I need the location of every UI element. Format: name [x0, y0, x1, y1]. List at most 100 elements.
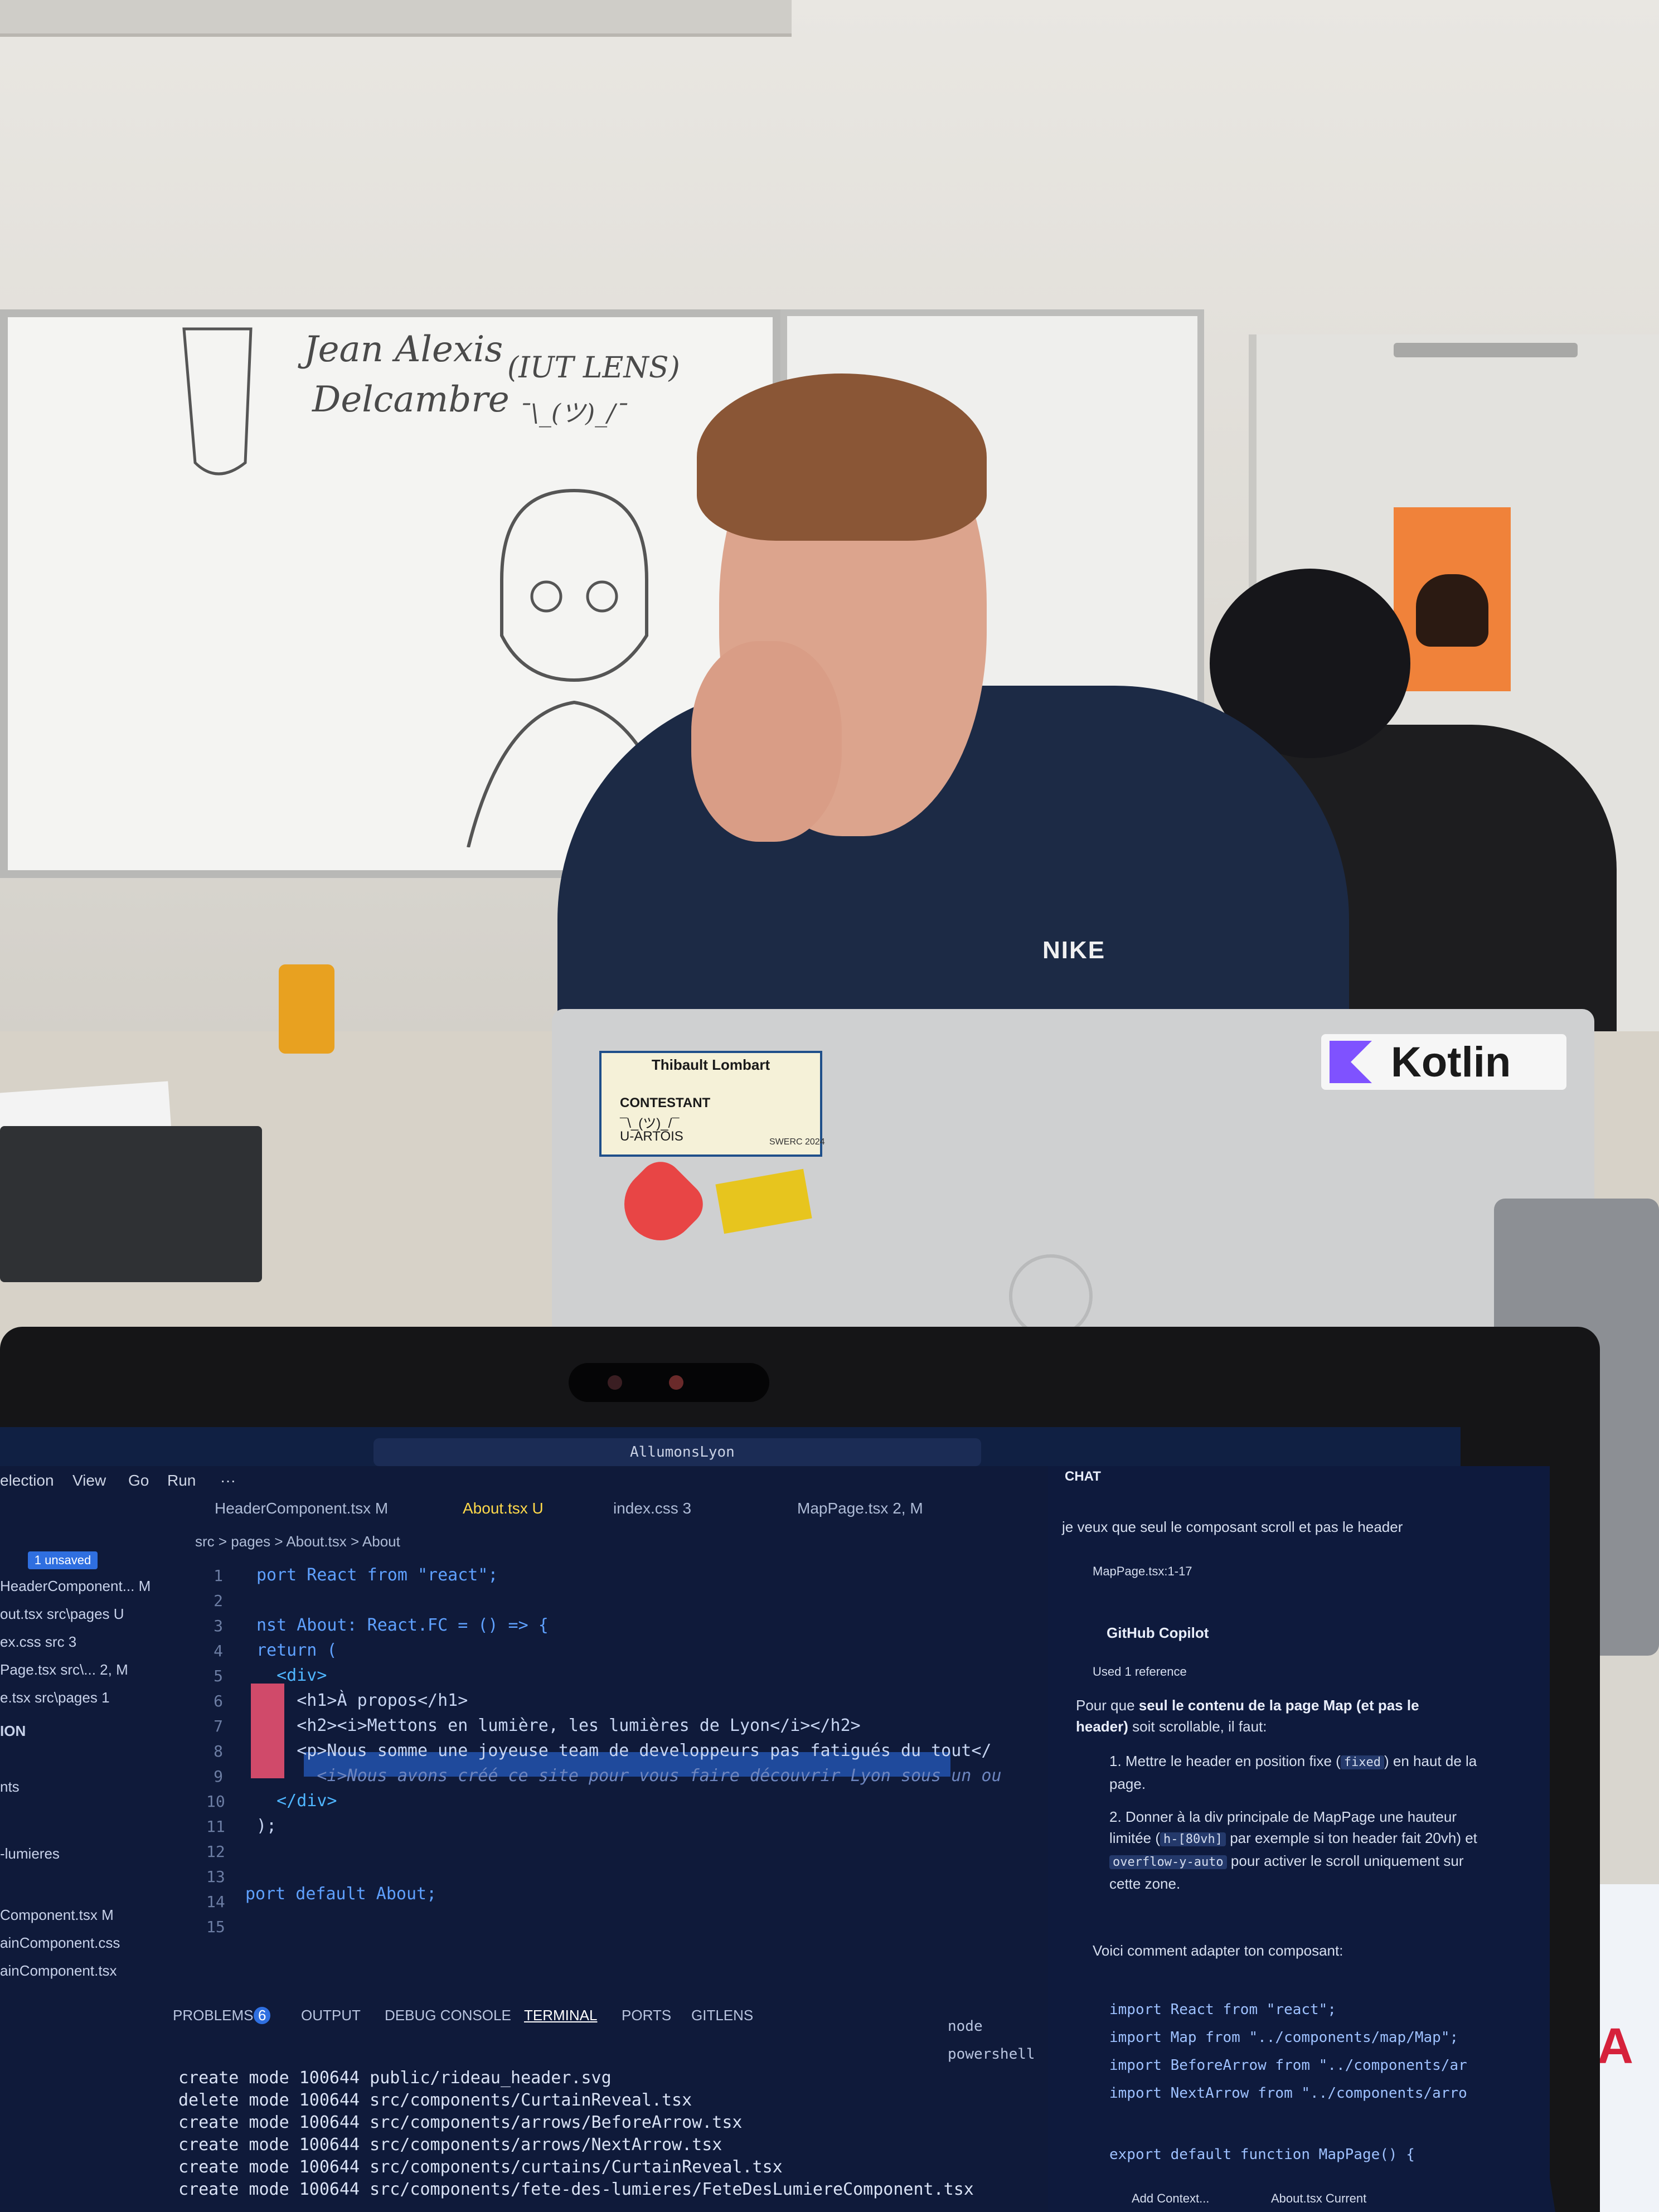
sidebar-file[interactable]: ainComponent.css: [0, 1934, 120, 1952]
sidebar-file[interactable]: Component.tsx M: [0, 1907, 114, 1924]
network-switch: [0, 1126, 262, 1282]
menu-go[interactable]: Go: [128, 1472, 149, 1490]
sidebar-file[interactable]: out.tsx src\pages U: [0, 1605, 124, 1623]
line-number: 15: [206, 1918, 225, 1936]
code-line[interactable]: <h1>À propos</h1>: [256, 1691, 468, 1710]
panel-tab-debug-console[interactable]: DEBUG CONSOLE: [385, 2007, 511, 2024]
tab-header-component[interactable]: HeaderComponent.tsx M: [215, 1500, 388, 1517]
line-number: 2: [214, 1592, 223, 1610]
line-number: 1: [214, 1566, 223, 1585]
menu-more[interactable]: ···: [220, 1472, 236, 1490]
door-closer: [1394, 343, 1578, 357]
person-hair: [697, 373, 987, 541]
contestant-event: SWERC 2024: [769, 1137, 825, 1147]
code-line[interactable]: );: [256, 1816, 276, 1836]
line-number: 13: [206, 1867, 225, 1886]
code-line[interactable]: </div>: [256, 1791, 337, 1811]
line-number: 6: [214, 1692, 223, 1710]
chat-code-line: export default function MapPage() {: [1109, 2146, 1415, 2163]
ceiling-fixture: [0, 0, 792, 37]
terminal-powershell[interactable]: powershell: [948, 2046, 1035, 2063]
chat-add-context[interactable]: Add Context...: [1132, 2188, 1209, 2209]
panel-tab-output[interactable]: OUTPUT: [301, 2007, 361, 2024]
sidebar-folder[interactable]: -lumieres: [0, 1845, 60, 1862]
line-number: 5: [214, 1667, 223, 1685]
panel-tab-problems[interactable]: PROBLEMS: [173, 2007, 254, 2024]
tab-index-css[interactable]: index.css 3: [613, 1500, 691, 1517]
line-number: 3: [214, 1617, 223, 1635]
chat-code-line: import Map from "../components/map/Map";: [1109, 2029, 1459, 2046]
sidebar-file[interactable]: HeaderComponent... M: [0, 1578, 151, 1595]
code-line[interactable]: <h2><i>Mettons en lumière, les lumières …: [256, 1716, 860, 1735]
kotlin-text: Kotlin: [1391, 1039, 1511, 1086]
code-line[interactable]: return (: [256, 1641, 337, 1660]
contestant-name: Thibault Lombart: [651, 1056, 770, 1073]
panel-tab-gitlens[interactable]: GITLENS: [691, 2007, 753, 2024]
soda-can: [279, 964, 334, 1054]
line-number: 12: [206, 1842, 225, 1861]
panel-tab-terminal[interactable]: TERMINAL: [524, 2007, 597, 2024]
chat-current-file[interactable]: About.tsx Current: [1271, 2188, 1366, 2209]
whiteboard-school: (IUT LENS): [507, 351, 680, 385]
code-line[interactable]: port default About;: [245, 1884, 436, 1904]
menu-view[interactable]: View: [72, 1472, 106, 1490]
line-number: 11: [206, 1817, 225, 1836]
camera-led-icon: [669, 1375, 683, 1390]
breadcrumb[interactable]: src > pages > About.tsx > About: [195, 1533, 400, 1550]
chat-code-line: import BeforeArrow from "../components/a…: [1109, 2057, 1467, 2074]
terminal-line: create mode 100644 src/components/fete-d…: [178, 2180, 974, 2199]
line-number: 8: [214, 1742, 223, 1760]
terminal-line: create mode 100644 src/components/arrows…: [178, 2135, 722, 2155]
code-line[interactable]: port React from "react";: [256, 1565, 498, 1585]
code-line[interactable]: <div>: [256, 1666, 327, 1685]
dell-logo-icon: [1009, 1254, 1093, 1338]
line-number: 10: [206, 1792, 225, 1811]
line-number: 4: [214, 1642, 223, 1660]
code-line[interactable]: <i>Nous avons créé ce site pour vous fai…: [256, 1766, 1001, 1786]
terminal-line: delete mode 100644 src/components/Curtai…: [178, 2090, 692, 2110]
chat-code-line: import NextArrow from "../components/arr…: [1109, 2085, 1467, 2102]
unsaved-badge: 1 unsaved: [28, 1551, 98, 1569]
chat-adapt-text: Voici comment adapter ton composant:: [1093, 1942, 1343, 1959]
tab-about[interactable]: About.tsx U: [463, 1500, 544, 1517]
sidebar-section[interactable]: ION: [0, 1723, 26, 1740]
search-text: AllumonsLyon: [630, 1444, 735, 1461]
sidebar-folder[interactable]: nts: [0, 1778, 20, 1796]
terminal-node[interactable]: node: [948, 2018, 983, 2035]
contestant-team: U-ARTOIS: [620, 1129, 683, 1144]
menu-run[interactable]: Run: [167, 1472, 196, 1490]
code-line[interactable]: nst About: React.FC = () => {: [256, 1616, 549, 1635]
chat-header: CHAT: [1065, 1469, 1101, 1484]
menu-selection[interactable]: election: [0, 1472, 54, 1490]
chat-reference[interactable]: MapPage.tsx:1-17: [1093, 1561, 1192, 1582]
person-hand: [691, 641, 842, 842]
sidebar-file[interactable]: ainComponent.tsx: [0, 1962, 117, 1980]
contestant-role: CONTESTANT: [620, 1095, 711, 1110]
terminal-line: create mode 100644 public/rideau_header.…: [178, 2068, 612, 2088]
chat-assistant-name: GitHub Copilot: [1107, 1624, 1209, 1641]
whiteboard-name-line2: Delcambre: [312, 379, 510, 420]
chat-intro: Pour que seul le contenu de la page Map …: [1076, 1697, 1419, 1735]
sidebar-file[interactable]: e.tsx src\pages 1: [0, 1689, 110, 1706]
whiteboard-shrug: ¯\_(ツ)_/¯: [518, 399, 628, 428]
sidebar-file[interactable]: Page.tsx src\... 2, M: [0, 1661, 128, 1679]
line-number: 7: [214, 1717, 223, 1735]
terminal-line: create mode 100644 src/components/curtai…: [178, 2157, 783, 2177]
code-line[interactable]: <p>Nous somme une joyeuse team de develo…: [256, 1741, 991, 1760]
tab-mappage[interactable]: MapPage.tsx 2, M: [797, 1500, 923, 1517]
camera-lens-icon: [608, 1375, 622, 1390]
whiteboard-name-line1: Jean Alexis: [304, 329, 503, 370]
sidebar-file[interactable]: ex.css src 3: [0, 1633, 76, 1651]
chat-step-1: 1. Mettre le header en position fixe (fi…: [1109, 1753, 1477, 1792]
line-number: 9: [214, 1767, 223, 1786]
kotlin-logo-icon: [1330, 1041, 1372, 1083]
whiteboard-sketch: [182, 327, 253, 476]
chat-code-line: import React from "react";: [1109, 2001, 1336, 2018]
chat-used-references[interactable]: Used 1 reference: [1093, 1661, 1187, 1682]
terminal-line: create mode 100644 src/components/arrows…: [178, 2113, 743, 2132]
hoodie-logo: NIKE: [1042, 937, 1106, 964]
chat-user-message: je veux que seul le composant scroll et …: [1062, 1519, 1403, 1535]
chat-step-2: 2. Donner à la div principale de MapPage…: [1109, 1808, 1477, 1892]
line-number: 14: [206, 1893, 225, 1911]
panel-tab-ports[interactable]: PORTS: [622, 2007, 671, 2024]
